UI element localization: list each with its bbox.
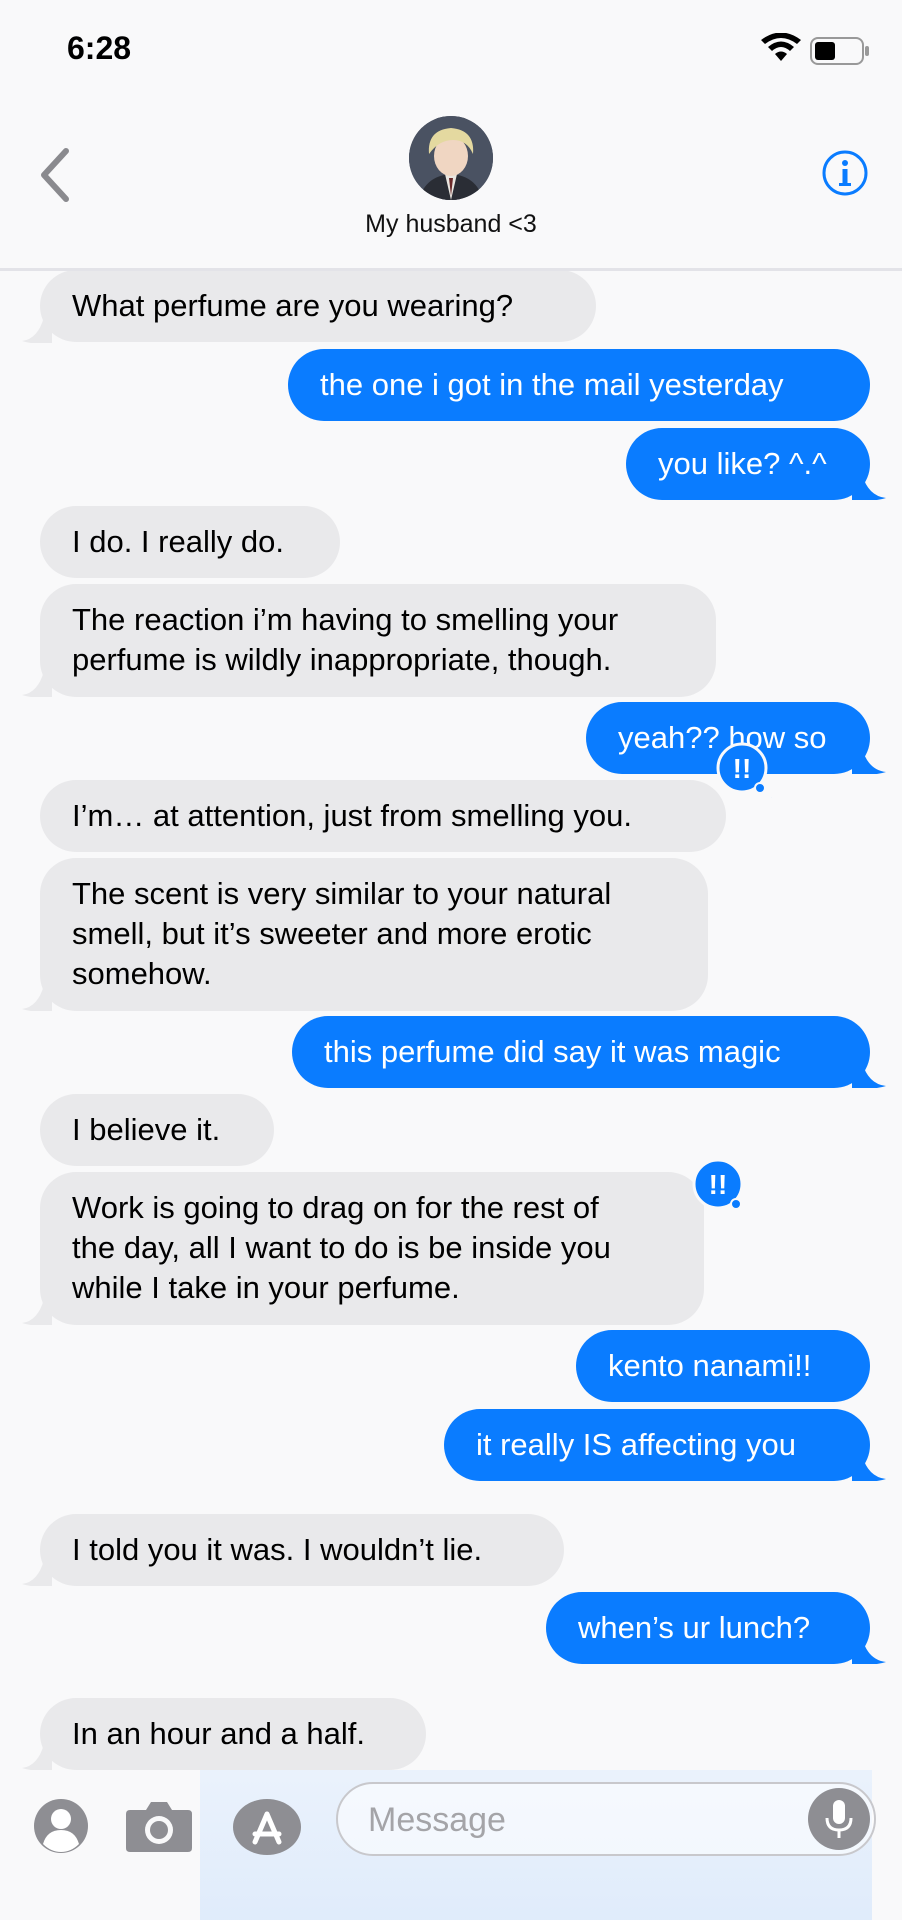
battery-icon <box>810 37 869 65</box>
bubble-tail <box>852 474 886 500</box>
contact-name[interactable]: My husband <3 <box>0 210 902 239</box>
incoming-message[interactable]: In an hour and a half. <box>40 1698 426 1770</box>
message-field[interactable] <box>336 1782 876 1856</box>
emphasis-reaction-icon[interactable]: !! <box>716 742 772 798</box>
mic-icon <box>825 1800 853 1838</box>
bubble-tail <box>22 985 52 1011</box>
compose-bar <box>0 1770 902 1920</box>
camera-icon[interactable] <box>124 1798 194 1854</box>
outgoing-message[interactable]: when’s ur lunch? <box>546 1592 870 1664</box>
outgoing-message[interactable]: this perfume did say it was magic <box>292 1016 870 1088</box>
incoming-message[interactable]: Work is going to drag on for the rest of… <box>40 1172 704 1325</box>
wifi-icon <box>761 33 801 61</box>
incoming-message[interactable]: The scent is very similar to your natura… <box>40 858 708 1011</box>
status-bar: 6:28 <box>0 0 902 100</box>
app-store-icon[interactable] <box>233 1798 305 1856</box>
back-chevron-icon[interactable] <box>36 145 76 205</box>
emphasis-reaction-icon[interactable]: !! <box>692 1158 748 1214</box>
outgoing-message[interactable]: you like? ^.^ <box>626 428 870 500</box>
incoming-message[interactable]: I believe it. <box>40 1094 274 1166</box>
bubble-tail <box>22 1744 52 1770</box>
contact-icon[interactable] <box>33 1798 89 1854</box>
bubble-tail <box>22 671 52 697</box>
svg-text:!!: !! <box>709 1169 728 1200</box>
message-list[interactable]: What perfume are you wearing? the one i … <box>0 271 902 1770</box>
status-time: 6:28 <box>67 30 132 66</box>
incoming-message[interactable]: What perfume are you wearing? <box>40 271 596 342</box>
incoming-message[interactable]: The reaction i’m having to smelling your… <box>40 584 716 697</box>
incoming-message[interactable]: I’m… at attention, just from smelling yo… <box>40 780 726 852</box>
svg-text:!!: !! <box>733 753 752 784</box>
conversation-header: My husband <3 <box>0 100 902 271</box>
bubble-tail <box>22 317 52 343</box>
outgoing-message[interactable]: the one i got in the mail yesterday <box>288 349 870 421</box>
bubble-tail <box>852 748 886 774</box>
bubble-tail <box>852 1455 886 1481</box>
outgoing-message[interactable]: kento nanami!! <box>576 1330 870 1402</box>
bubble-tail <box>22 1560 52 1586</box>
incoming-message[interactable]: I told you it was. I wouldn’t lie. <box>40 1514 564 1586</box>
message-input[interactable] <box>366 1794 790 1846</box>
outgoing-message[interactable]: it really IS affecting you <box>444 1409 870 1481</box>
mic-button[interactable] <box>808 1788 870 1850</box>
bubble-tail <box>852 1062 886 1088</box>
bubble-tail <box>852 1638 886 1664</box>
bubble-tail <box>22 1299 52 1325</box>
avatar[interactable] <box>409 116 493 200</box>
info-icon[interactable] <box>822 150 868 196</box>
incoming-message[interactable]: I do. I really do. <box>40 506 340 578</box>
